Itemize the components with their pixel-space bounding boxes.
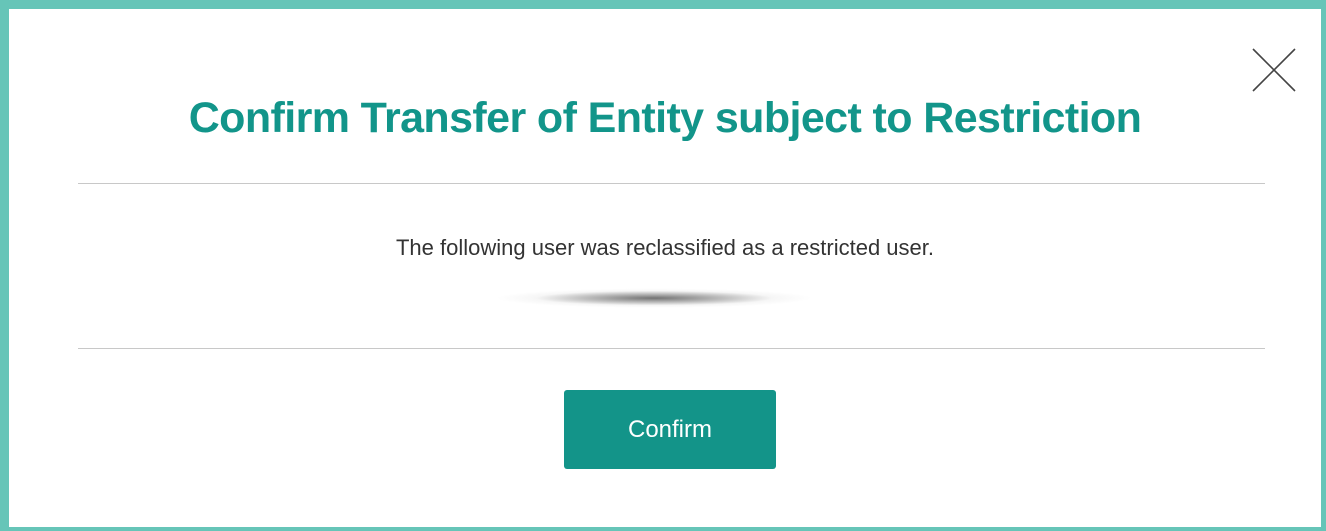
dialog-message: The following user was reclassified as a… bbox=[395, 235, 934, 260]
dialog-title: Confirm Transfer of Entity subject to Re… bbox=[188, 94, 1142, 142]
redacted-username bbox=[479, 277, 829, 321]
confirm-button[interactable]: Confirm bbox=[564, 390, 776, 469]
restriction-transfer-dialog: Confirm Transfer of Entity subject to Re… bbox=[0, 0, 1326, 531]
close-icon bbox=[1252, 48, 1296, 92]
close-button[interactable] bbox=[1251, 47, 1297, 93]
divider bbox=[78, 183, 1265, 184]
divider bbox=[78, 348, 1265, 349]
